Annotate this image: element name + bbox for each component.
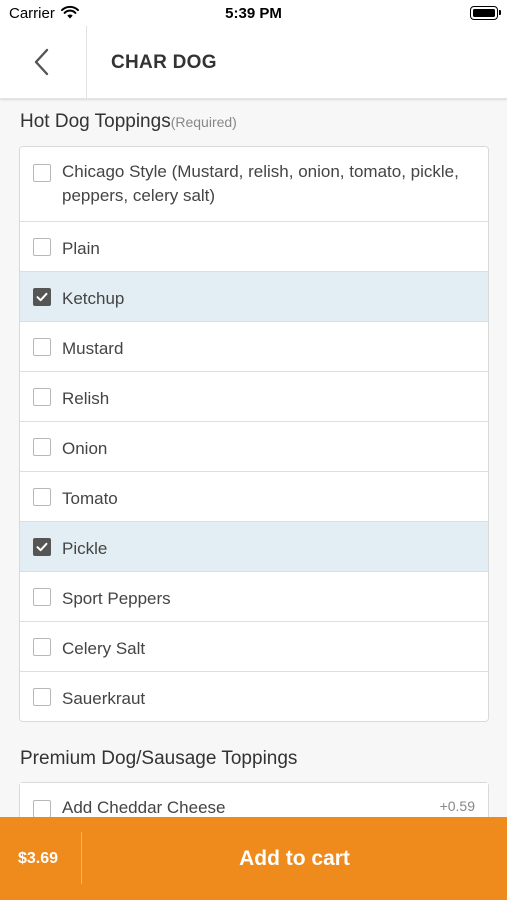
checkmark-icon (36, 542, 48, 552)
required-label: (Required) (170, 114, 237, 130)
option-row[interactable]: Onion (20, 421, 488, 471)
checkbox[interactable] (33, 588, 51, 606)
option-row[interactable]: Relish (20, 371, 488, 421)
cart-total: $3.69 (18, 850, 59, 867)
cart-bar: $3.69 Add to cart (0, 817, 507, 900)
back-button[interactable] (0, 26, 86, 98)
option-price: +0.59 (439, 798, 475, 814)
option-label: Onion (62, 439, 108, 458)
option-row[interactable]: Mustard (20, 321, 488, 371)
page-title: CHAR DOG (111, 52, 217, 73)
checkbox[interactable] (33, 238, 51, 256)
checkbox[interactable] (33, 638, 51, 656)
nav-bar: CHAR DOG (0, 26, 507, 99)
battery-icon (470, 6, 501, 20)
option-label: Tomato (62, 489, 118, 508)
option-label: Ketchup (62, 289, 125, 308)
checkbox[interactable] (33, 538, 51, 556)
option-label: Mustard (62, 339, 124, 358)
add-to-cart-button[interactable]: Add to cart (82, 817, 507, 900)
option-row[interactable]: Tomato (20, 471, 488, 521)
chevron-left-icon (34, 48, 49, 76)
option-label: Pickle (62, 539, 108, 558)
checkbox[interactable] (33, 688, 51, 706)
option-row[interactable]: Plain (20, 221, 488, 271)
option-label: Chicago Style (Mustard, relish, onion, t… (62, 162, 459, 205)
checkmark-icon (36, 292, 48, 302)
option-label: Sport Peppers (62, 589, 171, 608)
option-label: Celery Salt (62, 639, 146, 658)
toppings-list: Chicago Style (Mustard, relish, onion, t… (19, 146, 489, 722)
option-label: Plain (62, 239, 100, 258)
status-bar: Carrier 5:39 PM (0, 0, 507, 26)
checkbox[interactable] (33, 438, 51, 456)
toppings-section-title: Hot Dog Toppings(Required) (20, 111, 237, 133)
nav-divider (86, 26, 87, 98)
premium-section-title: Premium Dog/Sausage Toppings (20, 748, 298, 769)
checkbox[interactable] (33, 800, 51, 818)
option-row[interactable]: Pickle (20, 521, 488, 571)
option-label: Sauerkraut (62, 689, 146, 708)
checkbox[interactable] (33, 488, 51, 506)
checkbox[interactable] (33, 388, 51, 406)
option-label: Relish (62, 389, 110, 408)
toppings-title: Hot Dog Toppings (20, 111, 171, 132)
option-row[interactable]: Celery Salt (20, 621, 488, 671)
option-row[interactable]: Ketchup (20, 271, 488, 321)
option-row[interactable]: Sport Peppers (20, 571, 488, 621)
checkbox[interactable] (33, 288, 51, 306)
checkbox[interactable] (33, 164, 51, 182)
status-time: 5:39 PM (225, 5, 282, 22)
option-row[interactable]: Chicago Style (Mustard, relish, onion, t… (20, 147, 488, 221)
checkbox[interactable] (33, 338, 51, 356)
option-row[interactable]: Sauerkraut (20, 671, 488, 721)
